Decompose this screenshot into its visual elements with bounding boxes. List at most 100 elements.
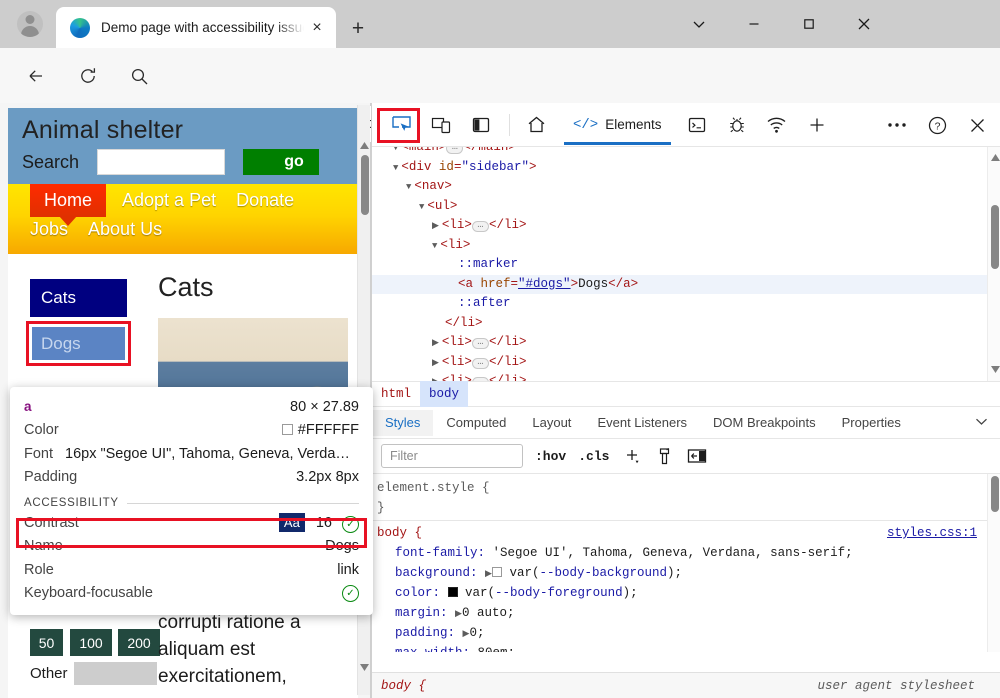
dom-node-row[interactable]: <a href="#dogs">Dogs</a> bbox=[372, 275, 1000, 295]
tab-properties[interactable]: Properties bbox=[829, 410, 914, 436]
twisty-collapsed-icon[interactable]: ▶ bbox=[432, 377, 439, 381]
scroll-up-icon[interactable] bbox=[359, 139, 370, 151]
tab-computed[interactable]: Computed bbox=[433, 410, 519, 436]
css-value[interactable]: 80em; bbox=[478, 646, 516, 652]
styles-scrollbar[interactable] bbox=[987, 474, 1000, 652]
dom-node-row[interactable]: ▼<nav> bbox=[372, 177, 1000, 197]
css-property[interactable]: color: bbox=[395, 586, 448, 600]
collapsed-children-icon[interactable]: … bbox=[472, 358, 489, 369]
color-swatch[interactable] bbox=[448, 587, 458, 597]
scrollbar-thumb[interactable] bbox=[991, 205, 999, 269]
collapsed-children-icon[interactable]: … bbox=[472, 221, 489, 232]
collapsed-children-icon[interactable]: … bbox=[472, 338, 489, 349]
dom-tree-scrollbar[interactable] bbox=[987, 147, 1000, 381]
other-amount-input[interactable] bbox=[74, 662, 157, 685]
scroll-down-icon[interactable] bbox=[990, 363, 1000, 375]
nav-item-home[interactable]: Home bbox=[30, 184, 106, 217]
css-value[interactable]: var(--body-foreground); bbox=[465, 586, 638, 600]
scroll-up-icon[interactable] bbox=[990, 151, 1000, 163]
amount-chip-50[interactable]: 50 bbox=[30, 629, 63, 656]
reload-icon[interactable] bbox=[70, 58, 106, 94]
search-input[interactable] bbox=[97, 149, 225, 175]
chevron-down-icon[interactable] bbox=[676, 6, 721, 42]
collapsed-children-icon[interactable]: … bbox=[446, 147, 463, 154]
css-declaration[interactable]: background: ▶ var(--body-background); bbox=[377, 563, 1000, 583]
help-icon[interactable]: ? bbox=[919, 110, 955, 140]
network-icon[interactable] bbox=[759, 110, 795, 140]
nav-item-adopt[interactable]: Adopt a Pet bbox=[122, 190, 216, 211]
scrollbar-thumb[interactable] bbox=[991, 476, 999, 512]
sidebar-item-cats[interactable]: Cats bbox=[30, 279, 127, 317]
css-declaration[interactable]: color: var(--body-foreground); bbox=[377, 583, 1000, 603]
twisty-collapsed-icon[interactable]: ▶ bbox=[432, 358, 439, 368]
close-icon[interactable]: × bbox=[304, 15, 330, 41]
devtools-more-icon[interactable] bbox=[879, 110, 915, 140]
css-property[interactable]: padding: bbox=[395, 626, 463, 640]
css-value[interactable]: 0; bbox=[469, 626, 484, 640]
dom-node-row[interactable]: ▶<li>…</li> bbox=[372, 216, 1000, 236]
css-property[interactable]: font-family: bbox=[395, 546, 493, 560]
twisty-expanded-icon[interactable]: ▼ bbox=[393, 163, 398, 173]
hov-button[interactable]: :hov bbox=[535, 444, 566, 468]
dom-node-row[interactable]: </li> bbox=[372, 314, 1000, 334]
back-icon[interactable] bbox=[18, 58, 54, 94]
nav-item-jobs[interactable]: Jobs bbox=[30, 219, 68, 240]
body-selector[interactable]: body { bbox=[377, 526, 422, 540]
dom-node-row[interactable]: ▼<main>…</main> bbox=[372, 147, 1000, 158]
console-icon[interactable] bbox=[679, 110, 715, 140]
chevron-down-icon[interactable] bbox=[974, 414, 989, 434]
dom-tree[interactable]: ▼<main>…</main>▼<div id="sidebar">▼<nav>… bbox=[372, 147, 1000, 381]
twisty-expanded-icon[interactable]: ▼ bbox=[406, 182, 411, 192]
dock-side-icon[interactable] bbox=[463, 110, 499, 140]
nav-item-donate[interactable]: Donate bbox=[236, 190, 294, 211]
twisty-collapsed-icon[interactable]: ▶ bbox=[432, 338, 439, 348]
profile-button[interactable] bbox=[8, 4, 52, 44]
css-declaration[interactable]: font-family: 'Segoe UI', Tahoma, Geneva,… bbox=[377, 543, 1000, 563]
scrollbar-thumb[interactable] bbox=[361, 155, 369, 215]
css-property[interactable]: max-width: bbox=[395, 646, 478, 652]
toggle-computed-sidebar-icon[interactable] bbox=[687, 448, 707, 464]
filter-input[interactable]: Filter bbox=[381, 444, 523, 468]
dom-node-row[interactable]: ::marker bbox=[372, 255, 1000, 275]
css-property[interactable]: margin: bbox=[395, 606, 455, 620]
nav-item-about[interactable]: About Us bbox=[88, 219, 162, 240]
new-tab-button[interactable]: + bbox=[342, 13, 374, 43]
tab-styles[interactable]: Styles bbox=[372, 410, 433, 436]
css-value[interactable]: var(--body-background); bbox=[509, 566, 682, 580]
tab-dom-breakpoints[interactable]: DOM Breakpoints bbox=[700, 410, 829, 436]
dom-node-row[interactable]: ▶<li>…</li> bbox=[372, 333, 1000, 353]
expand-shorthand-icon[interactable]: ▶ bbox=[455, 604, 462, 624]
add-panel-button[interactable] bbox=[799, 110, 835, 140]
dom-node-row[interactable]: ▼<ul> bbox=[372, 197, 1000, 217]
css-value[interactable]: 'Segoe UI', Tahoma, Geneva, Verdana, san… bbox=[493, 546, 853, 560]
expand-shorthand-icon[interactable]: ▶ bbox=[485, 564, 492, 584]
css-property[interactable]: background: bbox=[395, 566, 485, 580]
stylesheet-source-link[interactable]: styles.css:1 bbox=[887, 523, 977, 543]
tab-elements[interactable]: </> Elements bbox=[560, 105, 675, 145]
tab-layout[interactable]: Layout bbox=[519, 410, 584, 436]
element-style-rule[interactable]: element.style { bbox=[377, 478, 1000, 498]
color-swatch[interactable] bbox=[492, 567, 502, 577]
css-declaration[interactable]: max-width: 80em; bbox=[377, 643, 1000, 652]
search-icon[interactable] bbox=[121, 58, 157, 94]
css-value[interactable]: 0 auto; bbox=[462, 606, 515, 620]
browser-tab[interactable]: Demo page with accessibility issues × bbox=[56, 7, 336, 48]
dom-node-row[interactable]: ▼<div id="sidebar"> bbox=[372, 158, 1000, 178]
css-declaration[interactable]: margin: ▶ 0 auto; bbox=[377, 603, 1000, 623]
devtools-close-icon[interactable] bbox=[959, 110, 995, 140]
dom-node-row[interactable]: ::after bbox=[372, 294, 1000, 314]
device-emulation-icon[interactable] bbox=[423, 110, 459, 140]
collapsed-children-icon[interactable]: … bbox=[472, 377, 489, 381]
go-button[interactable]: go bbox=[243, 149, 319, 175]
amount-chip-100[interactable]: 100 bbox=[70, 629, 112, 656]
breadcrumb[interactable]: html body bbox=[372, 381, 1000, 407]
window-close-icon[interactable] bbox=[841, 6, 886, 42]
twisty-collapsed-icon[interactable]: ▶ bbox=[432, 221, 439, 231]
amount-chip-200[interactable]: 200 bbox=[118, 629, 160, 656]
dom-node-row[interactable]: ▶<li>…</li> bbox=[372, 353, 1000, 373]
twisty-expanded-icon[interactable]: ▼ bbox=[393, 147, 398, 153]
tab-event-listeners[interactable]: Event Listeners bbox=[584, 410, 700, 436]
twisty-expanded-icon[interactable]: ▼ bbox=[419, 202, 424, 212]
dom-node-row[interactable]: ▶<li>…</li> bbox=[372, 372, 1000, 381]
css-declaration[interactable]: padding: ▶ 0; bbox=[377, 623, 1000, 643]
